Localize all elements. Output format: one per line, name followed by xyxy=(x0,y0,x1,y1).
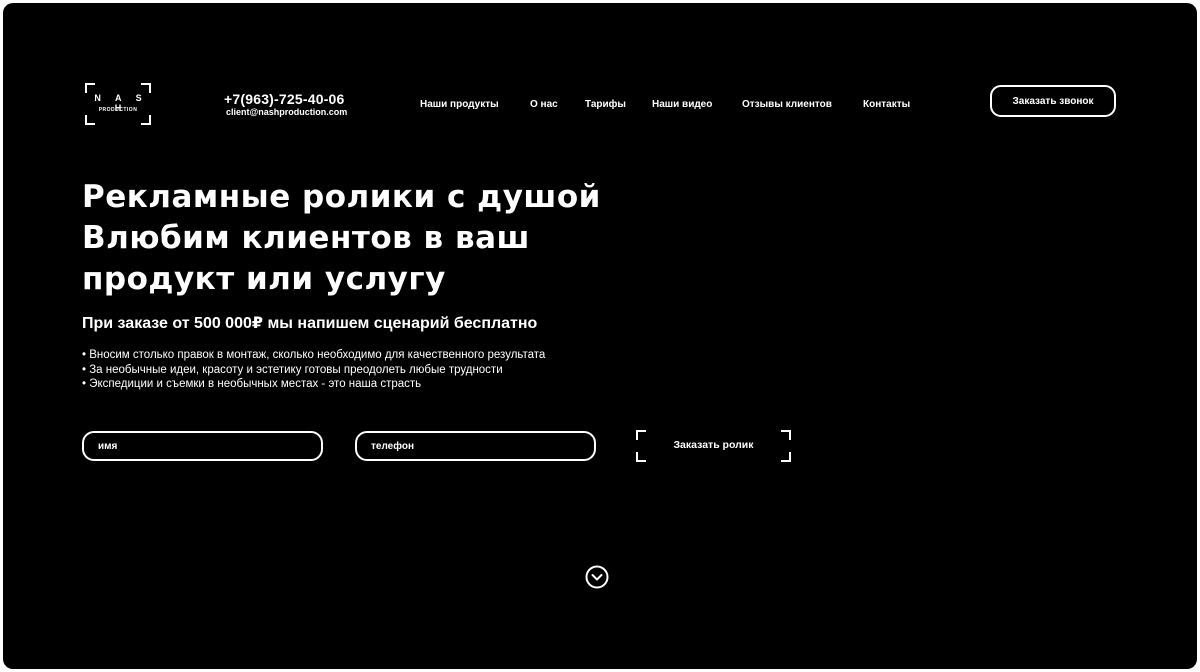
logo-corner xyxy=(85,115,95,125)
nav-item-products[interactable]: Наши продукты xyxy=(420,99,499,110)
order-video-label: Заказать ролик xyxy=(673,439,754,451)
logo-corner xyxy=(85,83,95,93)
nav-item-videos[interactable]: Наши видео xyxy=(652,99,712,110)
nav-item-pricing[interactable]: Тарифы xyxy=(585,99,626,110)
page: N A S H PRODUCTION +7(963)-725-40-06 cli… xyxy=(3,3,1197,669)
benefit-item: • Вносим столько правок в монтаж, скольк… xyxy=(82,349,546,361)
logo-subtitle: PRODUCTION xyxy=(98,107,138,113)
hero-subtitle: При заказе от 500 000₽ мы напишем сценар… xyxy=(82,315,538,332)
benefits-list: • Вносим столько правок в монтаж, скольк… xyxy=(82,348,545,392)
nav-item-reviews[interactable]: Отзывы клиентов xyxy=(742,99,832,110)
nav-item-contacts[interactable]: Контакты xyxy=(863,99,910,110)
chevron-down-circle-icon[interactable] xyxy=(585,565,609,589)
order-video-button[interactable]: Заказать ролик xyxy=(636,430,791,462)
benefit-item: • За необычные идеи, красоту и эстетику … xyxy=(82,363,503,376)
button-corner xyxy=(781,452,791,462)
logo-corner xyxy=(141,83,151,93)
phone-input[interactable] xyxy=(355,431,596,461)
benefit-item: • Экспедиции и съемки в необычных местах… xyxy=(82,378,422,390)
hero-title: Рекламные ролики с душой Влюбим клиентов… xyxy=(82,177,642,300)
hero-title-line: Рекламные ролики с душой xyxy=(82,179,601,215)
logo[interactable]: N A S H PRODUCTION xyxy=(85,83,151,125)
button-corner xyxy=(636,452,646,462)
hero-title-line: продукт или услугу xyxy=(82,261,446,297)
hero-title-line: Влюбим клиентов в ваш xyxy=(82,220,530,256)
phone-number[interactable]: +7(963)-725-40-06 xyxy=(224,91,345,107)
request-call-button[interactable]: Заказать звонок xyxy=(990,85,1116,117)
nav-item-about[interactable]: О нас xyxy=(530,99,558,110)
email-address[interactable]: client@nashproduction.com xyxy=(226,107,347,117)
name-input[interactable] xyxy=(82,431,323,461)
logo-corner xyxy=(141,115,151,125)
